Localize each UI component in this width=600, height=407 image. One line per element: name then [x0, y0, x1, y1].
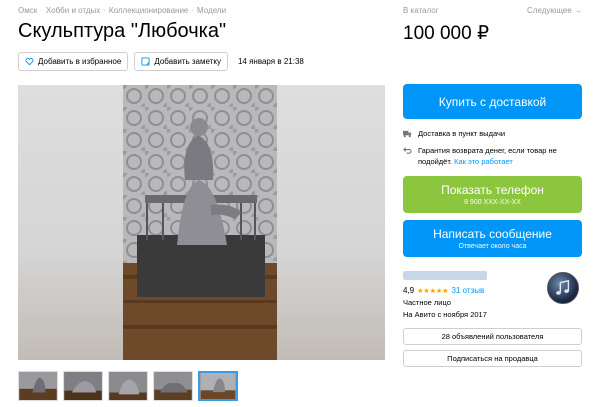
seller-rating: 4,9 ★★★★★ 31 отзыв — [403, 286, 484, 295]
reviews-link[interactable]: 31 отзыв — [452, 286, 485, 295]
guarantee-info: Гарантия возврата денег, если товар не п… — [403, 145, 583, 167]
add-note-label: Добавить заметку — [154, 57, 221, 66]
breadcrumb-separator: · — [40, 6, 43, 15]
next-listing-link[interactable]: Следующее → — [527, 6, 582, 15]
buy-with-delivery-label: Купить с доставкой — [438, 94, 547, 109]
thumbnail[interactable] — [63, 371, 103, 401]
seller-type: Частное лицо — [403, 298, 451, 307]
delivery-info: Доставка в пункт выдачи — [403, 128, 505, 139]
guarantee-text-wrap: Гарантия возврата денег, если товар не п… — [418, 145, 583, 167]
show-phone-button[interactable]: Показать телефон 8 900 XXX-XX-XX — [403, 176, 582, 213]
thumbnail-image — [109, 372, 147, 400]
thumbnail-image — [154, 372, 192, 400]
write-message-button[interactable]: Написать сообщение Отвечает около часа — [403, 220, 582, 257]
delivery-text: Доставка в пункт выдачи — [418, 129, 506, 138]
breadcrumb: Омск · Хобби и отдых · Коллекционировани… — [18, 6, 226, 15]
show-phone-label: Показать телефон — [441, 183, 544, 197]
add-to-favorites-button[interactable]: Добавить в избранное — [18, 52, 129, 71]
breadcrumb-separator: · — [191, 6, 195, 15]
breadcrumb-item[interactable]: Омск — [18, 6, 37, 15]
subscribe-seller-button[interactable]: Подписаться на продавца — [403, 350, 582, 367]
write-message-label: Написать сообщение — [433, 227, 552, 241]
seller-since: На Авито с ноября 2017 — [403, 310, 487, 319]
note-icon — [141, 57, 150, 66]
return-arrow-icon — [403, 147, 412, 154]
thumbnail[interactable] — [18, 371, 58, 401]
avatar[interactable] — [547, 272, 579, 304]
price: 100 000 ₽ — [403, 23, 490, 44]
breadcrumb-item[interactable]: Коллекционирование — [109, 6, 188, 15]
music-note-icon — [556, 279, 570, 295]
seller-name-redacted[interactable] — [403, 271, 487, 280]
response-time: Отвечает около часа — [458, 243, 527, 250]
thumbnail[interactable] — [153, 371, 193, 401]
page-title: Скульптура "Любочка" — [18, 20, 227, 42]
item-actions: Добавить в избранное Добавить заметку 14… — [18, 52, 304, 71]
add-note-button[interactable]: Добавить заметку — [134, 52, 228, 71]
add-to-favorites-label: Добавить в избранное — [38, 57, 122, 66]
user-ads-button[interactable]: 28 объявлений пользователя — [403, 328, 582, 345]
buy-with-delivery-button[interactable]: Купить с доставкой — [403, 84, 582, 119]
breadcrumb-item[interactable]: Хобби и отдых — [46, 6, 100, 15]
catalog-link[interactable]: В каталог — [403, 6, 439, 15]
breadcrumb-separator: · — [103, 6, 106, 15]
thumbnail-active[interactable] — [198, 371, 238, 401]
thumbnail-strip — [18, 371, 238, 401]
truck-icon — [403, 130, 412, 138]
heart-icon — [25, 58, 34, 66]
gallery-blur-right — [277, 85, 385, 360]
gallery-blur-left — [18, 85, 123, 360]
rating-stars: ★★★★★ — [417, 287, 449, 295]
rating-value: 4,9 — [403, 286, 415, 295]
photo-gallery[interactable] — [18, 85, 385, 360]
thumbnail[interactable] — [108, 371, 148, 401]
main-photo[interactable] — [123, 85, 277, 360]
thumbnail-image — [200, 373, 236, 399]
breadcrumb-item[interactable]: Модели — [197, 6, 226, 15]
post-date: 14 января в 21:38 — [237, 57, 304, 66]
thumbnail-image — [64, 372, 102, 400]
thumbnail-image — [19, 372, 57, 400]
how-it-works-link[interactable]: Как это работает — [454, 157, 513, 166]
phone-number-masked: 8 900 XXX-XX-XX — [464, 199, 521, 206]
